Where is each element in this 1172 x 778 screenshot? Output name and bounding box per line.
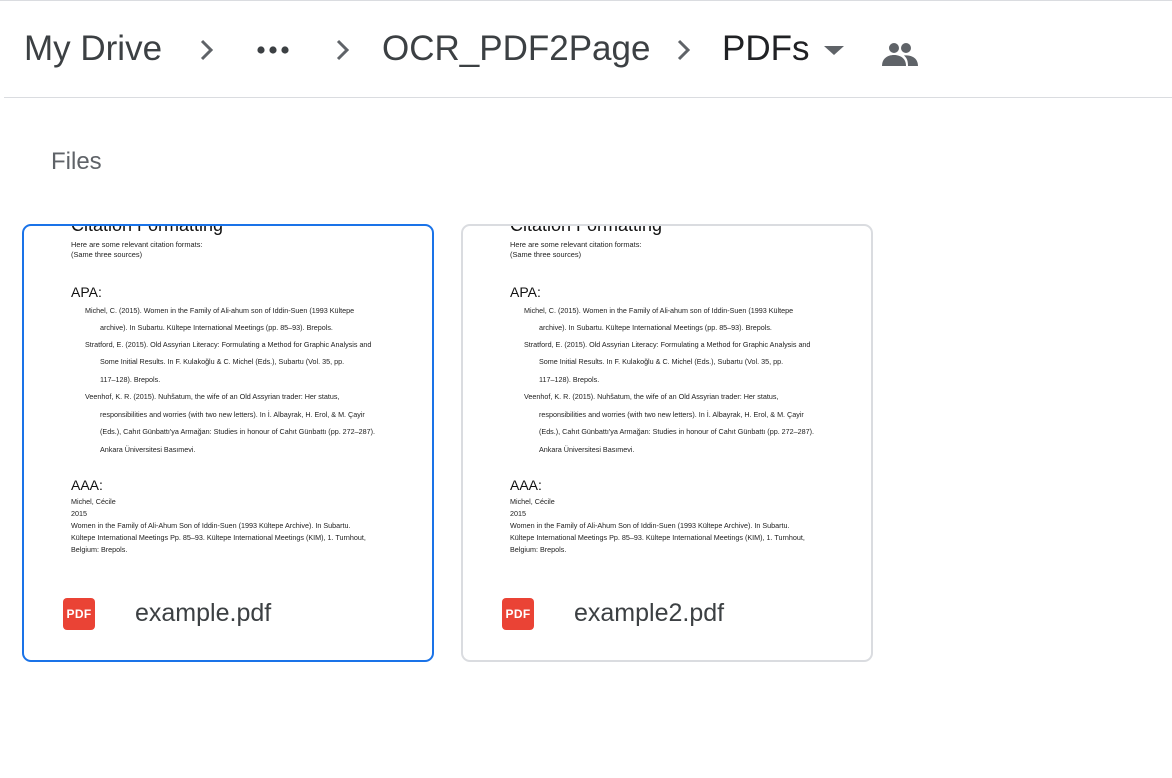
preview-line: Some Initial Results. In F. Kulakoğlu & … <box>539 357 784 366</box>
preview-line: Kültepe International Meetings Pp. 85–93… <box>510 533 805 542</box>
preview-line: 117–128). Brepols. <box>539 375 600 384</box>
preview-line: (Eds.), Cahıt Günbattı'ya Armağan: Studi… <box>100 427 376 436</box>
preview-line: responsibilities and worries (with two n… <box>539 410 804 419</box>
pdf-file-icon: PDF <box>502 598 534 630</box>
chevron-right-icon <box>670 37 696 63</box>
preview-line: Kültepe International Meetings Pp. 85–93… <box>71 533 366 542</box>
preview-line: Stratford, E. (2015). Old Assyrian Liter… <box>85 340 372 349</box>
file-preview-thumbnail: Citation Formatting Here are some releva… <box>24 226 432 571</box>
preview-line: archive). In Subartu. Kültepe Internatio… <box>100 323 333 332</box>
breadcrumb-my-drive[interactable]: My Drive <box>24 27 162 71</box>
file-card-footer: PDF example2.pdf <box>463 571 871 660</box>
pdf-file-icon: PDF <box>63 598 95 630</box>
preview-line: Ankara Üniversitesi Basımevi. <box>100 445 196 454</box>
file-name: example2.pdf <box>574 599 725 627</box>
breadcrumb-ocr-pdf2page[interactable]: OCR_PDF2Page <box>382 27 650 71</box>
preview-line: Michel, Cécile <box>71 497 116 506</box>
file-name: example.pdf <box>135 599 272 627</box>
preview-apa-title: APA: <box>71 284 102 300</box>
preview-line: Women in the Family of Ali-Ahum Son of I… <box>71 521 351 530</box>
preview-line: (Eds.), Cahıt Günbattı'ya Armağan: Studi… <box>539 427 815 436</box>
file-card-example2-pdf[interactable]: Citation Formatting Here are some releva… <box>461 224 873 662</box>
preview-line: Veenhof, K. R. (2015). Nuhšatum, the wif… <box>524 392 779 401</box>
preview-note: (Same three sources) <box>510 250 582 259</box>
preview-line: responsibilities and worries (with two n… <box>100 410 365 419</box>
preview-line: Belgium: Brepols. <box>510 545 567 554</box>
preview-line: Michel, C. (2015). Women in the Family o… <box>524 306 794 315</box>
chevron-right-icon <box>329 37 355 63</box>
shared-people-icon <box>880 39 920 69</box>
preview-aaa-title: AAA: <box>510 477 542 493</box>
preview-line: 2015 <box>71 509 87 518</box>
breadcrumb: My Drive OCR_PDF2Page PDFs <box>4 1 1172 98</box>
preview-line: Belgium: Brepols. <box>71 545 128 554</box>
preview-line: Stratford, E. (2015). Old Assyrian Liter… <box>524 340 811 349</box>
drive-folder-view: My Drive OCR_PDF2Page PDFs Files Here ar… <box>0 0 1172 778</box>
preview-heading: Citation Formatting <box>71 226 223 236</box>
file-card-example-pdf[interactable]: Citation Formatting Here are some releva… <box>22 224 434 662</box>
preview-line: Michel, Cécile <box>510 497 555 506</box>
preview-line: Michel, C. (2015). Women in the Family o… <box>85 306 355 315</box>
preview-line: archive). In Subartu. Kültepe Internatio… <box>539 323 772 332</box>
preview-line: Women in the Family of Ali-Ahum Son of I… <box>510 521 790 530</box>
chevron-right-icon <box>193 37 219 63</box>
preview-heading: Citation Formatting <box>510 226 662 236</box>
files-section-title: Files <box>51 148 102 175</box>
file-preview-thumbnail: Citation Formatting Here are some releva… <box>463 226 871 571</box>
more-folders-button[interactable] <box>254 34 294 64</box>
preview-apa-title: APA: <box>510 284 541 300</box>
preview-line: Some Initial Results. In F. Kulakoğlu & … <box>100 357 345 366</box>
breadcrumb-current-folder[interactable]: PDFs <box>722 27 810 71</box>
preview-line: Veenhof, K. R. (2015). Nuhšatum, the wif… <box>85 392 340 401</box>
preview-line: Ankara Üniversitesi Basımevi. <box>539 445 635 454</box>
preview-aaa-title: AAA: <box>71 477 103 493</box>
preview-intro: Here are some relevant citation formats: <box>71 240 203 249</box>
preview-line: 117–128). Brepols. <box>100 375 161 384</box>
preview-line: 2015 <box>510 509 526 518</box>
preview-note: (Same three sources) <box>71 250 143 259</box>
preview-intro: Here are some relevant citation formats: <box>510 240 642 249</box>
file-card-footer: PDF example.pdf <box>24 571 432 660</box>
folder-menu-dropdown[interactable] <box>822 41 846 61</box>
